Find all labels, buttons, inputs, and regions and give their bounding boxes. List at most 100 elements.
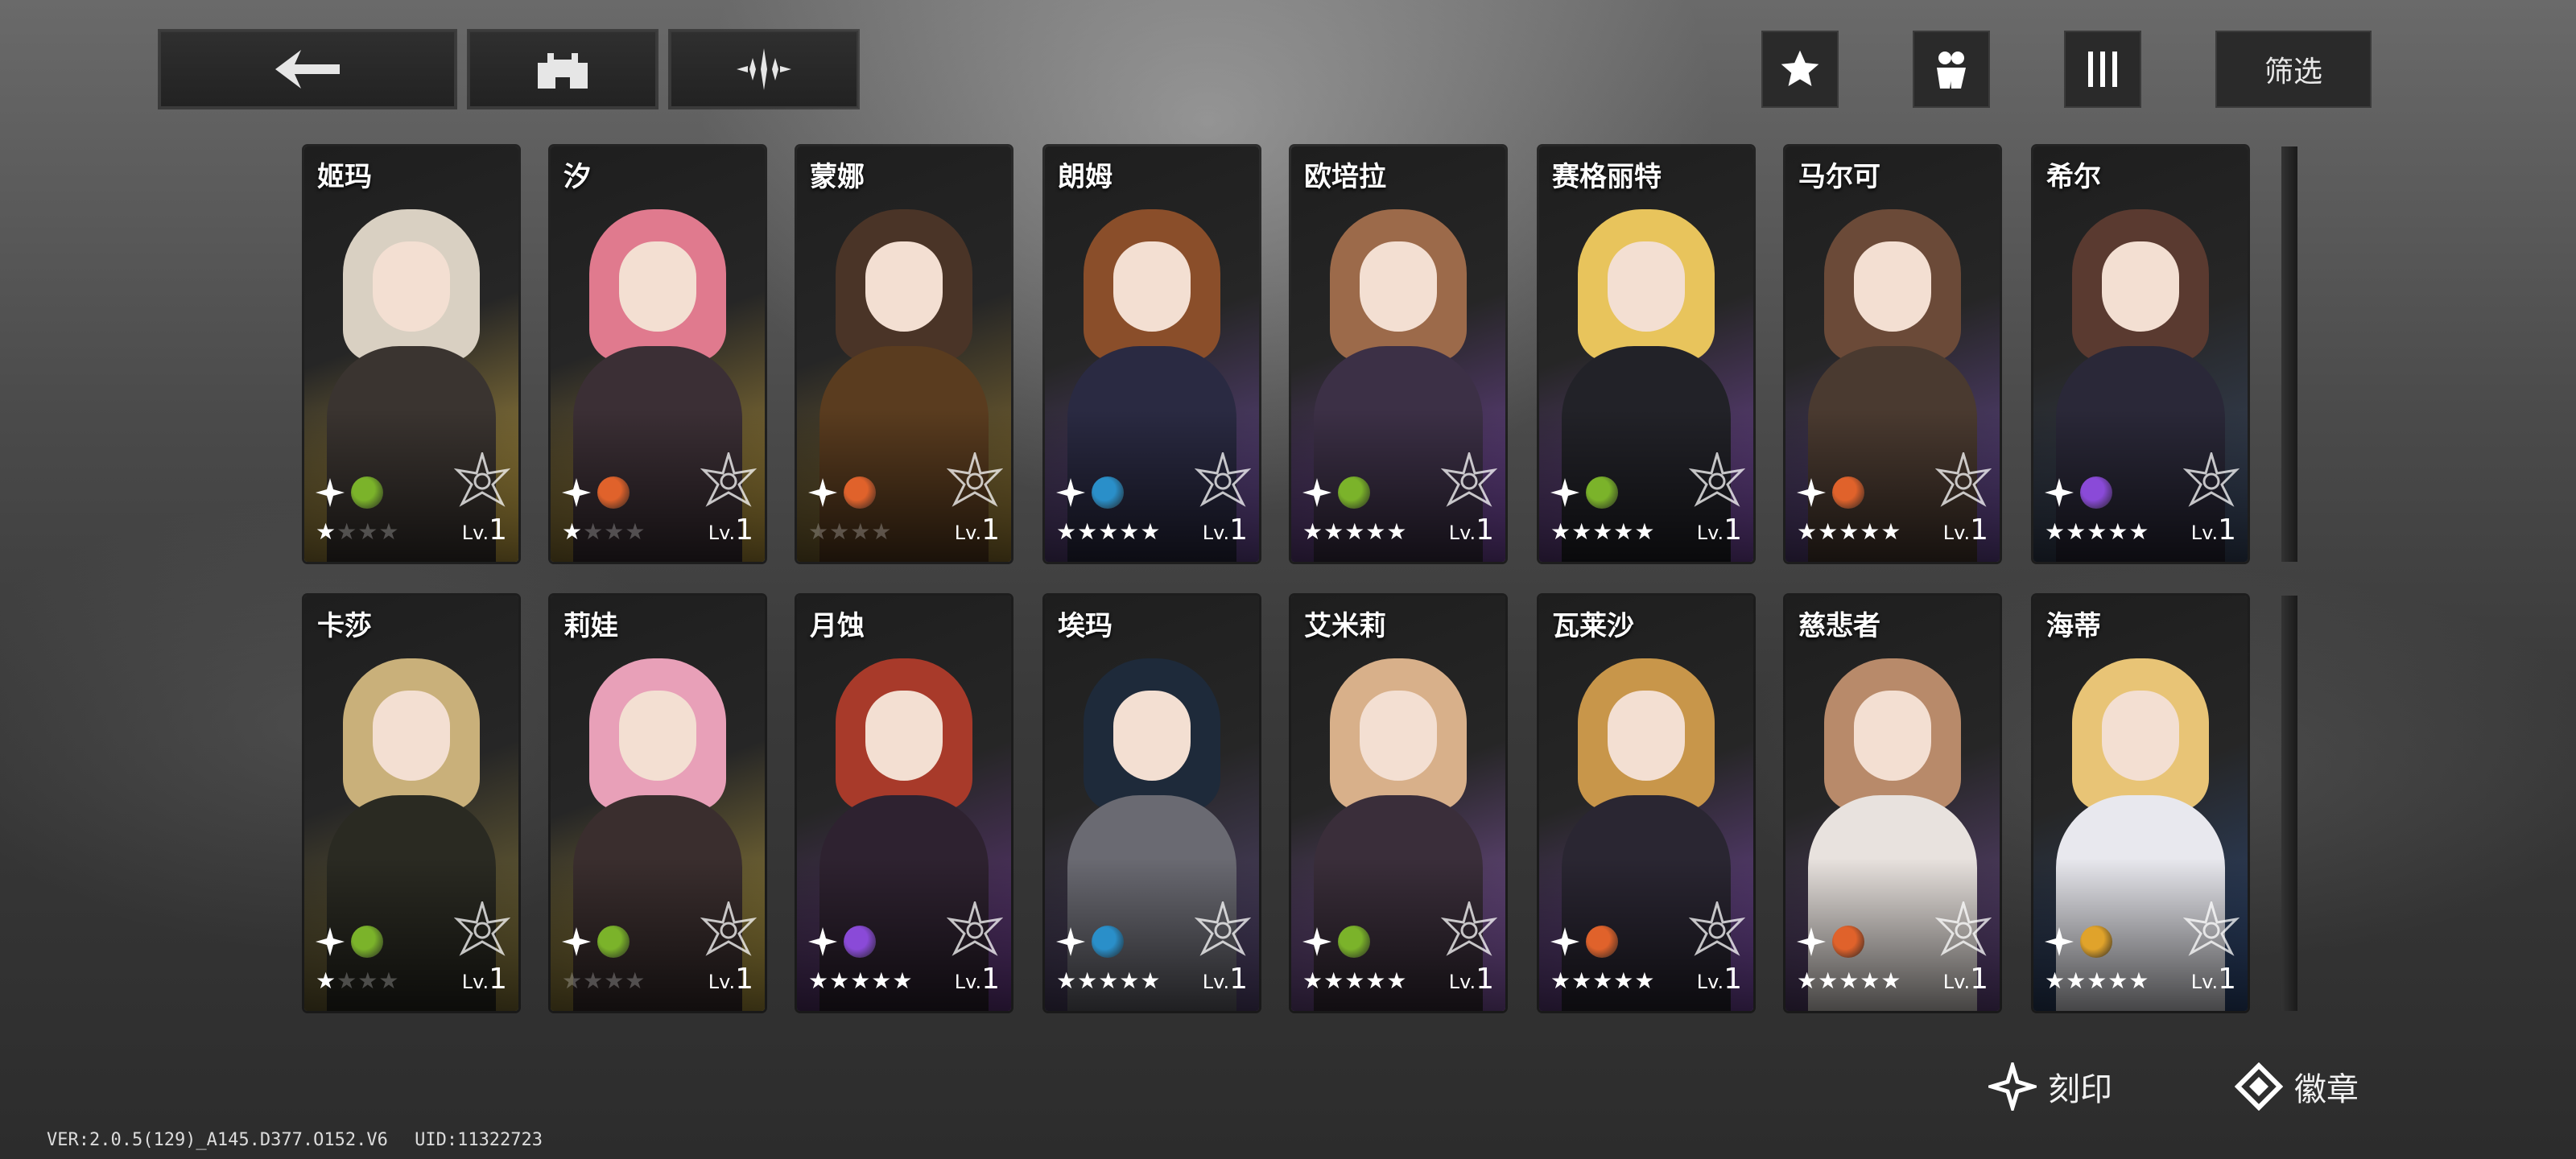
stars-empty: ★★★ (583, 518, 646, 545)
portrait-face (1608, 241, 1685, 332)
portrait-face (1854, 691, 1931, 781)
engrave-button[interactable]: 刻印 (1988, 1062, 2112, 1111)
level-prefix: Lv. (954, 971, 982, 993)
role-icon (560, 476, 592, 509)
star-rating: ★★★★★ (1056, 518, 1162, 545)
role-icon (807, 926, 839, 958)
portrait-face (2102, 691, 2179, 781)
character-card[interactable]: 朗姆 ★★★★★ Lv.1 (1045, 146, 1259, 562)
character-name: 赛格丽特 (1552, 161, 1662, 193)
character-card[interactable]: 欧培拉 ★★★★★ Lv.1 (1291, 146, 1505, 562)
role-icon (560, 926, 592, 958)
character-card[interactable]: 姬玛 ★★★★ Lv.1 (304, 146, 518, 562)
level-value: 1 (1229, 963, 1248, 996)
portrait-face (1608, 691, 1685, 781)
star-rating: ★★★★★ (1056, 967, 1162, 994)
favorite-button[interactable] (1761, 31, 1839, 108)
faction-sigil-icon (700, 898, 758, 958)
character-name: 埃玛 (1058, 610, 1113, 642)
star-rating: ★★★★★ (2045, 518, 2150, 545)
stars-filled: ★★★★★ (1056, 967, 1162, 994)
portrait-face (865, 691, 943, 781)
level-label: Lv.1 (1943, 514, 1988, 547)
faction-sigil-icon (453, 898, 511, 958)
star-rating: ★★★★ (316, 967, 399, 994)
character-name: 朗姆 (1058, 161, 1113, 193)
level-label: Lv.1 (1943, 963, 1988, 996)
faction-sigil-icon (1194, 449, 1252, 509)
character-card[interactable]: 月蚀 ★★★★★ Lv.1 (797, 596, 1011, 1011)
team-button[interactable] (1913, 31, 1990, 108)
level-label: Lv.1 (955, 514, 1000, 547)
character-card[interactable]: 汐 ★★★★ Lv.1 (551, 146, 765, 562)
engrave-label: 刻印 (2048, 1071, 2112, 1108)
stars-filled: ★★★★★ (1797, 518, 1902, 545)
level-label: Lv.1 (462, 963, 507, 996)
element-icon (1832, 476, 1864, 509)
star-rating: ★★★★★ (1797, 518, 1902, 545)
star-rating: ★★★★ (316, 518, 399, 545)
character-card[interactable]: 蒙娜 ★★★★ Lv.1 (797, 146, 1011, 562)
back-button[interactable] (159, 31, 456, 108)
character-card[interactable]: 埃玛 ★★★★★ Lv.1 (1045, 596, 1259, 1011)
character-card[interactable]: 希尔 ★★★★★ Lv.1 (2033, 146, 2248, 562)
element-icon (2080, 926, 2112, 958)
portrait-face (619, 241, 696, 332)
character-card[interactable]: 莉娃 ★★★★ Lv.1 (551, 596, 765, 1011)
role-icon (1301, 476, 1333, 509)
faction-sigil-icon (1440, 898, 1498, 958)
portrait-face (2102, 241, 2179, 332)
character-card[interactable]: 艾米莉 ★★★★★ Lv.1 (1291, 596, 1505, 1011)
level-label: Lv.1 (2191, 963, 2236, 996)
level-value: 1 (981, 963, 1000, 996)
badge-button[interactable]: 徽章 (2235, 1062, 2359, 1111)
character-card[interactable]: 卡莎 ★★★★ Lv.1 (304, 596, 518, 1011)
portrait-face (865, 241, 943, 332)
character-card[interactable]: 慈悲者 ★★★★★ Lv.1 (1785, 596, 2000, 1011)
character-card[interactable]: 海蒂 ★★★★★ Lv.1 (2033, 596, 2248, 1011)
level-value: 1 (1970, 514, 1988, 547)
character-name: 艾米莉 (1304, 610, 1386, 642)
character-name: 希尔 (2046, 161, 2101, 193)
faction-sigil-icon (1688, 898, 1746, 958)
element-icon (844, 926, 876, 958)
stars-filled: ★★★★★ (1550, 518, 1656, 545)
version-text: VER:2.0.5(129)_A145.D377.O152.V6 (47, 1130, 388, 1150)
sort-button[interactable] (2064, 31, 2141, 108)
stars-empty: ★★★ (336, 518, 400, 545)
character-card[interactable]: 瓦莱沙 ★★★★★ Lv.1 (1539, 596, 1753, 1011)
level-label: Lv.1 (708, 514, 753, 547)
level-value: 1 (2218, 514, 2236, 547)
emblem-button[interactable] (670, 31, 858, 108)
stars-empty: ★★★★ (808, 518, 893, 545)
faction-sigil-icon (1194, 898, 1252, 958)
star-rating: ★★★★★ (808, 967, 914, 994)
level-value: 1 (1970, 963, 1988, 996)
base-button[interactable] (469, 31, 657, 108)
filter-button[interactable]: 筛选 (2215, 31, 2372, 108)
level-value: 1 (489, 963, 507, 996)
level-prefix: Lv. (1942, 971, 1971, 993)
character-name: 马尔可 (1798, 161, 1880, 193)
engrave-icon (1988, 1062, 2037, 1111)
version-footer: VER:2.0.5(129)_A145.D377.O152.V6 UID:113… (47, 1130, 559, 1150)
next-card-edge[interactable] (2281, 596, 2297, 1011)
element-icon (1092, 926, 1124, 958)
next-card-edge[interactable] (2281, 146, 2297, 562)
team-icon (1937, 52, 1966, 89)
character-card[interactable]: 赛格丽特 ★★★★★ Lv.1 (1539, 146, 1753, 562)
level-value: 1 (735, 514, 753, 547)
star-rating: ★★★★★ (1302, 518, 1408, 545)
character-name: 瓦莱沙 (1552, 610, 1634, 642)
character-card[interactable]: 马尔可 ★★★★★ Lv.1 (1785, 146, 2000, 562)
level-value: 1 (1476, 963, 1494, 996)
level-prefix: Lv. (1448, 522, 1476, 544)
character-name: 汐 (564, 161, 591, 193)
stars-filled: ★ (316, 967, 337, 994)
role-icon (1055, 926, 1087, 958)
star-rating: ★★★★★ (1797, 967, 1902, 994)
level-label: Lv.1 (1697, 963, 1742, 996)
star-rating: ★★★★★ (1550, 518, 1656, 545)
stars-filled: ★★★★★ (1550, 967, 1656, 994)
level-value: 1 (2218, 963, 2236, 996)
